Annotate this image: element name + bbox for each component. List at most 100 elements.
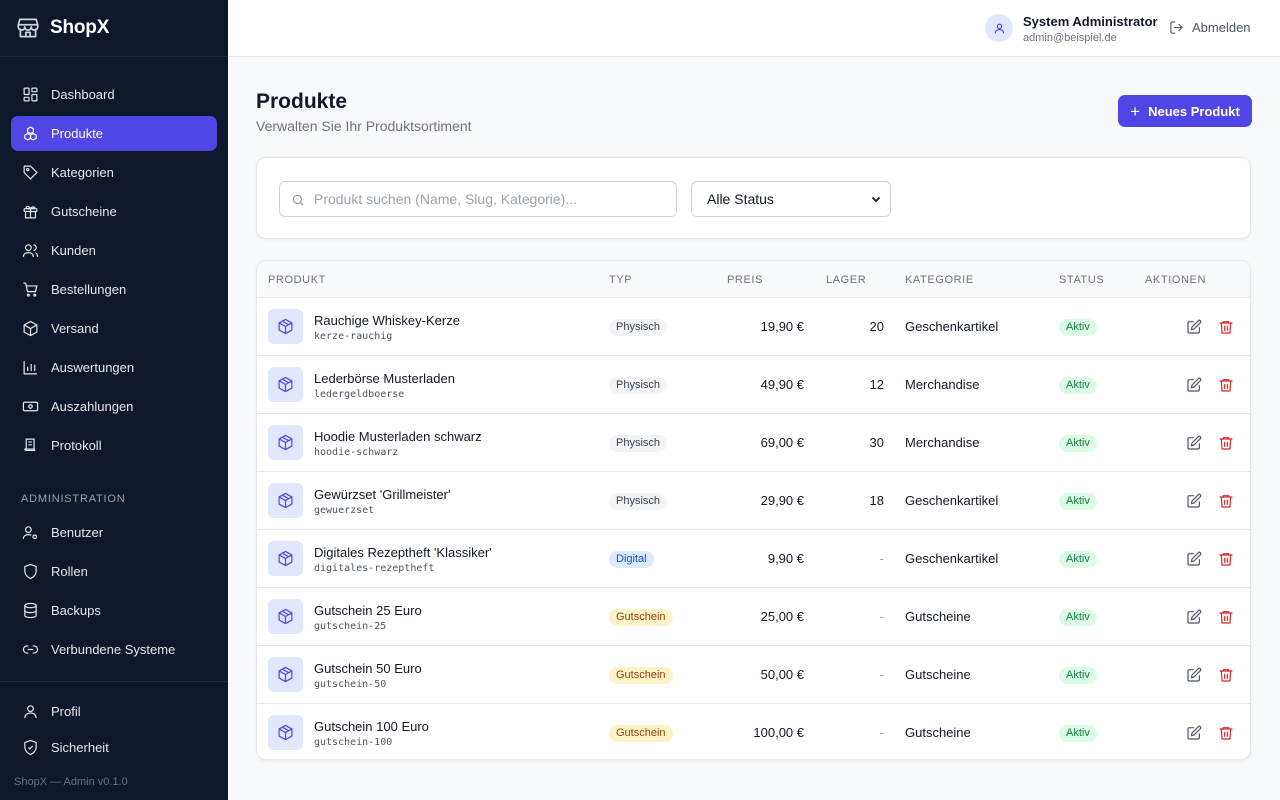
edit-icon	[1187, 609, 1202, 624]
table-row[interactable]: Digitales Rezeptheft 'Klassiker' digital…	[257, 530, 1250, 588]
page-subtitle: Verwalten Sie Ihr Produktsortiment	[256, 118, 472, 134]
product-category: Geschenkartikel	[905, 319, 999, 334]
sidebar-item-verbundene-systeme[interactable]: Verbundene Systeme	[11, 632, 217, 667]
delete-button[interactable]	[1218, 319, 1234, 335]
sidebar-item-versand[interactable]: Versand	[11, 311, 217, 346]
sidebar-item-backups[interactable]: Backups	[11, 593, 217, 628]
sidebar-item-label: Sicherheit	[51, 740, 109, 755]
page-title: Produkte	[256, 90, 348, 113]
delete-button[interactable]	[1218, 377, 1234, 393]
sidebar-item-label: Backups	[51, 603, 101, 618]
user-icon	[994, 23, 1004, 33]
product-name[interactable]: Gutschein 50 Euro	[314, 661, 422, 676]
shield-icon	[22, 563, 39, 580]
brand-name: ShopX	[50, 17, 110, 38]
delete-button[interactable]	[1218, 725, 1234, 741]
type-badge: Gutschein	[609, 609, 673, 626]
sidebar-item-gutscheine[interactable]: Gutscheine	[11, 194, 217, 229]
delete-button[interactable]	[1218, 551, 1234, 567]
brand[interactable]: ShopX	[0, 0, 228, 57]
product-name[interactable]: Digitales Rezeptheft 'Klassiker'	[314, 545, 492, 560]
status-select[interactable]: Alle Status	[691, 181, 891, 217]
header-status[interactable]: STATUS	[1059, 274, 1104, 286]
product-price: 29,90 €	[760, 493, 804, 508]
sidebar-item-rollen[interactable]: Rollen	[11, 554, 217, 589]
sidebar-item-kategorien[interactable]: Kategorien	[11, 155, 217, 190]
table-row[interactable]: Gutschein 100 Euro gutschein-100 Gutsche…	[257, 704, 1250, 759]
header-product[interactable]: PRODUKT	[268, 274, 326, 286]
avatar[interactable]	[985, 14, 1013, 42]
edit-icon	[1187, 435, 1202, 450]
sidebar-item-protokoll[interactable]: Protokoll	[11, 428, 217, 463]
package-icon	[22, 320, 39, 337]
product-thumbnail	[268, 309, 303, 344]
sidebar-item-benutzer[interactable]: Benutzer	[11, 515, 217, 550]
user-name: System Administrator	[1023, 14, 1158, 29]
type-badge: Physisch	[609, 435, 668, 452]
status-badge: Aktiv	[1059, 551, 1097, 568]
sidebar-item-label: Bestellungen	[51, 282, 127, 297]
product-stock: 20	[869, 319, 884, 334]
table-row[interactable]: Lederbörse Musterladen ledergeldboerse P…	[257, 356, 1250, 414]
product-price: 25,00 €	[760, 609, 804, 624]
product-name[interactable]: Hoodie Musterladen schwarz	[314, 429, 482, 444]
new-product-button[interactable]: + Neues Produkt	[1118, 95, 1252, 127]
table-row[interactable]: Hoodie Musterladen schwarz hoodie-schwar…	[257, 414, 1250, 472]
logout-button[interactable]: Abmelden	[1169, 20, 1251, 35]
table-row[interactable]: Gewürzset 'Grillmeister' gewuerzset Phys…	[257, 472, 1250, 530]
chart-icon	[22, 359, 39, 376]
edit-button[interactable]	[1186, 551, 1202, 567]
product-price: 19,90 €	[760, 319, 804, 334]
product-name[interactable]: Gutschein 100 Euro	[314, 719, 429, 734]
header-type[interactable]: TYP	[609, 274, 632, 286]
sidebar-item-bestellungen[interactable]: Bestellungen	[11, 272, 217, 307]
edit-button[interactable]	[1186, 667, 1202, 683]
edit-button[interactable]	[1186, 725, 1202, 741]
shield-check-icon	[22, 739, 39, 756]
product-name[interactable]: Gutschein 25 Euro	[314, 603, 422, 618]
sidebar-item-produkte[interactable]: Produkte	[11, 116, 217, 151]
sidebar-item-kunden[interactable]: Kunden	[11, 233, 217, 268]
sidebar-item-auswertungen[interactable]: Auswertungen	[11, 350, 217, 385]
product-stock: -	[879, 609, 884, 624]
edit-button[interactable]	[1186, 319, 1202, 335]
edit-button[interactable]	[1186, 435, 1202, 451]
box-icon	[278, 492, 293, 509]
sidebar-item-dashboard[interactable]: Dashboard	[11, 77, 217, 112]
product-name[interactable]: Lederbörse Musterladen	[314, 371, 455, 386]
gift-icon	[22, 203, 39, 220]
table-row[interactable]: Gutschein 25 Euro gutschein-25 Gutschein…	[257, 588, 1250, 646]
delete-button[interactable]	[1218, 435, 1234, 451]
edit-button[interactable]	[1186, 493, 1202, 509]
edit-button[interactable]	[1186, 377, 1202, 393]
table-row[interactable]: Gutschein 50 Euro gutschein-50 Gutschein…	[257, 646, 1250, 704]
sidebar-item-sicherheit[interactable]: Sicherheit	[11, 730, 217, 765]
trash-icon	[1219, 669, 1233, 682]
search-box[interactable]	[279, 181, 677, 217]
table-header: PRODUKT TYP PREIS LAGER KATEGORIE STATUS…	[257, 261, 1250, 298]
delete-button[interactable]	[1218, 667, 1234, 683]
delete-button[interactable]	[1218, 609, 1234, 625]
product-name[interactable]: Rauchige Whiskey-Kerze	[314, 313, 460, 328]
tag-icon	[22, 164, 39, 181]
product-stock: -	[879, 667, 884, 682]
type-badge: Physisch	[609, 319, 668, 336]
edit-button[interactable]	[1186, 609, 1202, 625]
logout-icon	[1169, 20, 1184, 35]
header-stock[interactable]: LAGER	[826, 274, 866, 286]
product-thumbnail	[268, 483, 303, 518]
header-price[interactable]: PREIS	[727, 274, 763, 286]
header-category[interactable]: KATEGORIE	[905, 274, 974, 286]
sidebar-item-auszahlungen[interactable]: Auszahlungen	[11, 389, 217, 424]
sidebar-item-profil[interactable]: Profil	[11, 694, 217, 729]
products-table: PRODUKT TYP PREIS LAGER KATEGORIE STATUS…	[256, 260, 1251, 760]
status-badge: Aktiv	[1059, 493, 1097, 510]
product-name[interactable]: Gewürzset 'Grillmeister'	[314, 487, 450, 502]
product-stock: 30	[869, 435, 884, 450]
search-input[interactable]	[314, 182, 664, 216]
delete-button[interactable]	[1218, 493, 1234, 509]
type-badge: Physisch	[609, 493, 668, 510]
topbar: System Administrator admin@beispiel.de A…	[228, 0, 1280, 57]
product-stock: -	[879, 725, 884, 740]
table-row[interactable]: Rauchige Whiskey-Kerze kerze-rauchig Phy…	[257, 298, 1250, 356]
